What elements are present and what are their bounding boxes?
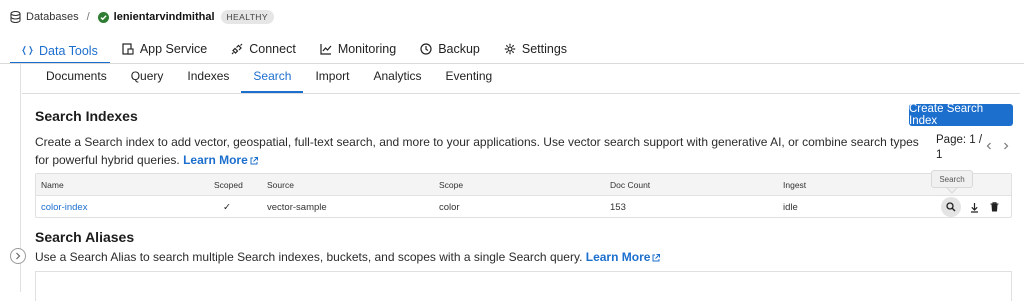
learn-more-link[interactable]: Learn More bbox=[586, 250, 661, 264]
learn-more-link[interactable]: Learn More bbox=[183, 153, 258, 167]
pagination-label: Page: 1 / 1 bbox=[936, 134, 983, 161]
subtabs-divider bbox=[22, 93, 1020, 94]
previous-page-button[interactable] bbox=[983, 139, 995, 153]
column-header-ingest[interactable]: Ingest bbox=[783, 180, 806, 190]
column-header-name[interactable]: Name bbox=[41, 180, 64, 190]
create-search-index-button[interactable]: Create Search Index bbox=[909, 103, 1013, 127]
search-aliases-title: Search Aliases bbox=[35, 229, 135, 245]
search-icon bbox=[946, 202, 956, 212]
subtab-analytics[interactable]: Analytics bbox=[361, 64, 433, 93]
index-name-link[interactable]: color-index bbox=[41, 202, 87, 213]
tab-label: Settings bbox=[521, 42, 568, 56]
scoped-check-icon: ✓ bbox=[223, 202, 231, 213]
ingest-cell: idle bbox=[783, 202, 798, 213]
search-aliases-description: Use a Search Alias to search multiple Se… bbox=[35, 248, 995, 266]
code-braces-icon bbox=[22, 45, 33, 56]
external-link-icon bbox=[250, 157, 258, 165]
breadcrumb-separator: / bbox=[86, 11, 90, 23]
subtab-documents[interactable]: Documents bbox=[34, 64, 119, 93]
tab-monitoring[interactable]: Monitoring bbox=[308, 34, 408, 59]
description-text: Create a Search index to add vector, geo… bbox=[35, 135, 919, 167]
subtab-search[interactable]: Search bbox=[241, 64, 304, 93]
search-index-button[interactable] bbox=[941, 197, 961, 217]
tab-settings[interactable]: Settings bbox=[492, 34, 579, 59]
table-row[interactable]: color-index ✓ vector-sample color 153 id… bbox=[36, 196, 1011, 218]
source-cell: vector-sample bbox=[267, 202, 327, 213]
database-icon bbox=[10, 11, 21, 23]
database-name: lenientarvindmithal bbox=[113, 11, 215, 23]
primary-tabs: Data Tools App Service Connect Monitorin… bbox=[10, 34, 579, 64]
download-icon bbox=[970, 202, 979, 213]
search-indexes-table: Name Scoped Source Scope Doc Count Inges… bbox=[35, 173, 1012, 218]
chevron-left-icon bbox=[983, 139, 995, 153]
subtab-query[interactable]: Query bbox=[119, 64, 176, 93]
search-tooltip: Search bbox=[931, 170, 973, 188]
doc-count-cell: 153 bbox=[610, 202, 626, 213]
subtab-import[interactable]: Import bbox=[303, 64, 361, 93]
chevron-right-icon bbox=[1000, 139, 1012, 153]
status-badge: HEALTHY bbox=[220, 10, 274, 24]
chevron-right-icon bbox=[15, 252, 21, 260]
next-page-button[interactable] bbox=[1000, 139, 1012, 153]
export-button[interactable] bbox=[967, 200, 981, 214]
tab-data-tools[interactable]: Data Tools bbox=[10, 34, 110, 64]
chart-icon bbox=[320, 43, 332, 55]
external-link-icon bbox=[652, 254, 661, 262]
search-indexes-title: Search Indexes bbox=[35, 108, 138, 124]
app-service-icon bbox=[122, 43, 134, 55]
clock-icon bbox=[420, 43, 432, 55]
breadcrumb: Databases / lenientarvindmithal HEALTHY bbox=[10, 9, 274, 25]
expand-sidebar-button[interactable] bbox=[10, 248, 26, 264]
column-header-scoped[interactable]: Scoped bbox=[214, 180, 243, 190]
table-header: Name Scoped Source Scope Doc Count Inges… bbox=[36, 174, 1011, 196]
column-header-source[interactable]: Source bbox=[267, 180, 294, 190]
column-header-doc-count[interactable]: Doc Count bbox=[610, 180, 650, 190]
connect-icon bbox=[231, 43, 243, 55]
subtab-eventing[interactable]: Eventing bbox=[434, 64, 505, 93]
learn-more-label: Learn More bbox=[585, 250, 651, 264]
column-header-scope[interactable]: Scope bbox=[439, 180, 463, 190]
breadcrumb-databases-link[interactable]: Databases bbox=[26, 11, 79, 23]
delete-button[interactable] bbox=[987, 200, 1001, 214]
tab-label: Backup bbox=[438, 42, 480, 56]
search-aliases-panel bbox=[35, 271, 1012, 301]
tab-connect[interactable]: Connect bbox=[219, 34, 308, 59]
tab-label: Connect bbox=[249, 42, 296, 56]
tab-label: Data Tools bbox=[39, 43, 98, 58]
learn-more-label: Learn More bbox=[183, 153, 248, 167]
search-subtabs: Documents Query Indexes Search Import An… bbox=[34, 64, 504, 93]
gear-icon bbox=[504, 43, 516, 55]
search-indexes-description: Create a Search index to add vector, geo… bbox=[35, 133, 923, 169]
tab-label: App Service bbox=[139, 42, 208, 56]
tab-app-service[interactable]: App Service bbox=[110, 34, 219, 59]
tab-label: Monitoring bbox=[337, 42, 397, 56]
description-text: Use a Search Alias to search multiple Se… bbox=[35, 250, 583, 264]
scope-cell: color bbox=[439, 202, 460, 213]
trash-icon bbox=[990, 202, 999, 212]
healthy-status-icon bbox=[97, 11, 109, 23]
subtab-indexes[interactable]: Indexes bbox=[175, 64, 241, 93]
tab-backup[interactable]: Backup bbox=[408, 34, 492, 59]
